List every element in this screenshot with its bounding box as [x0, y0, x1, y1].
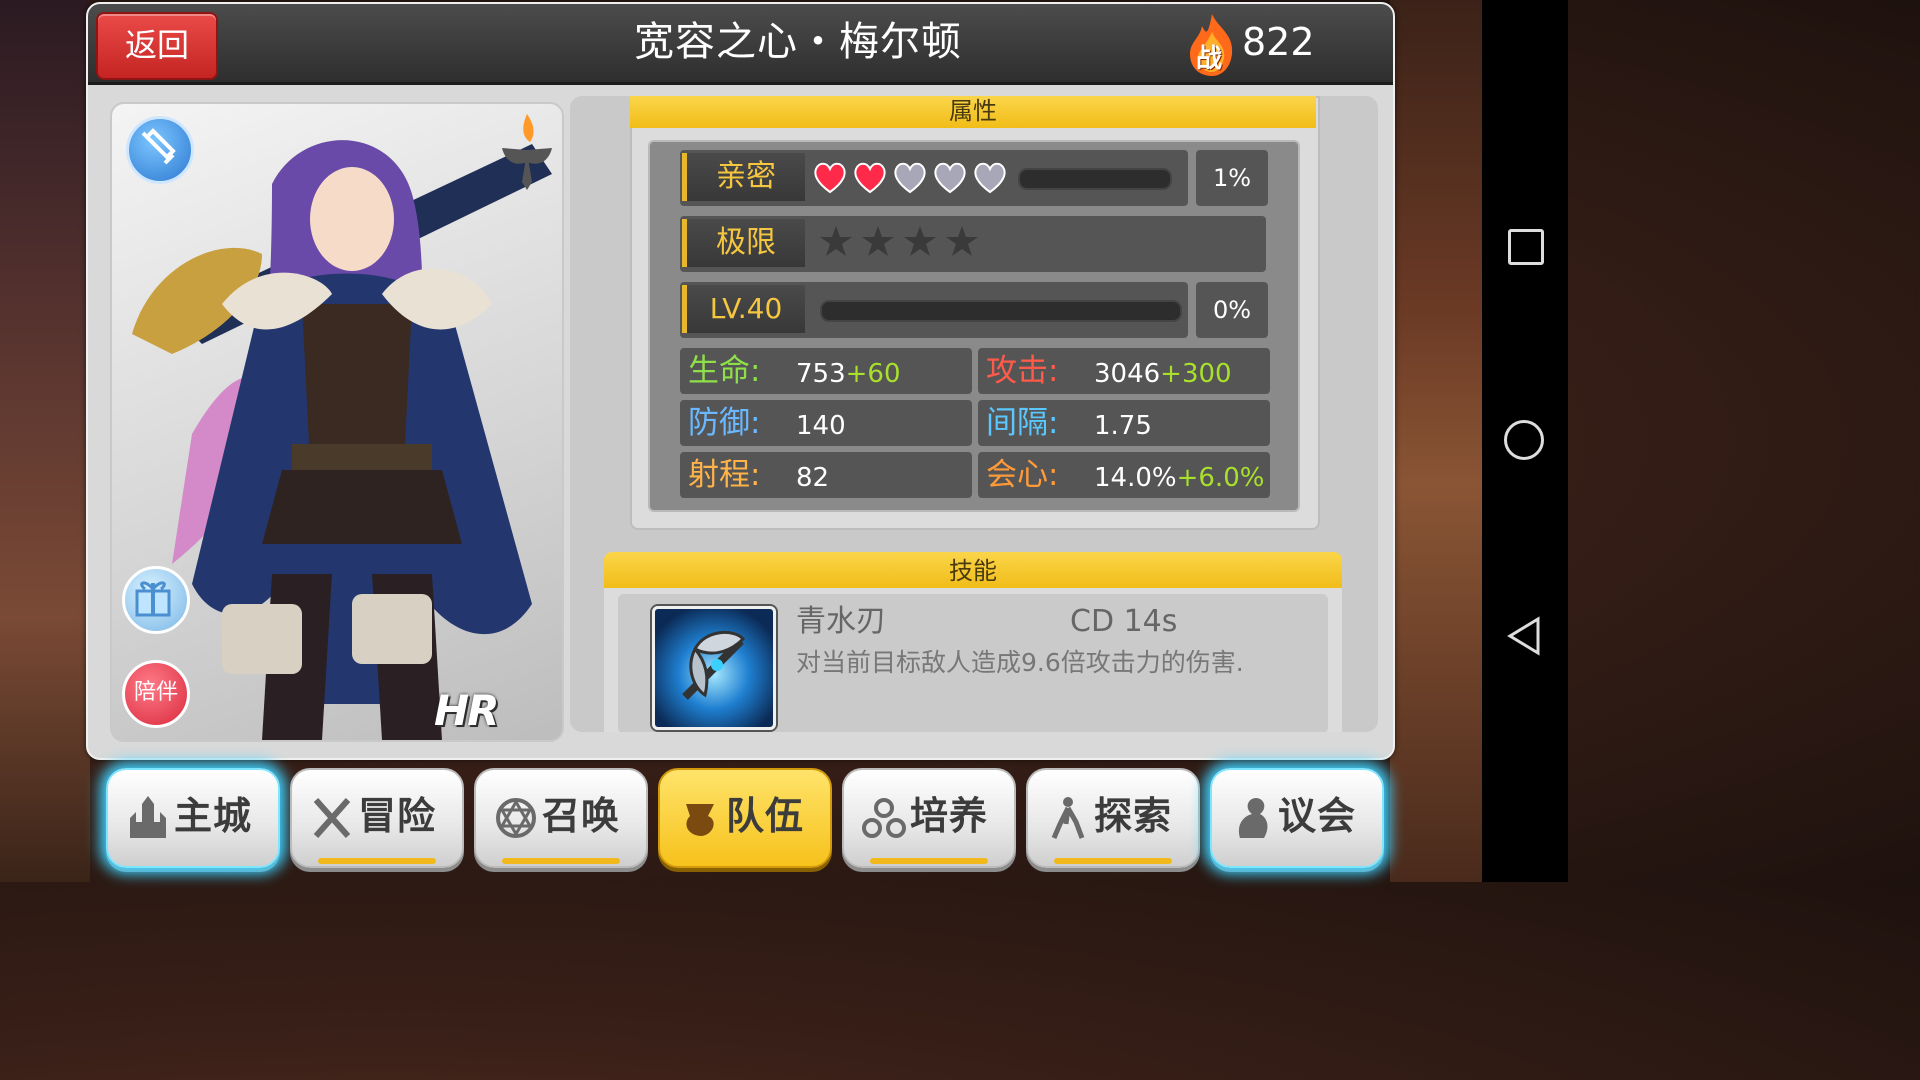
axe-skill-icon[interactable]: [652, 606, 776, 730]
back-button[interactable]: 返回: [96, 12, 218, 80]
menu-underline: [318, 858, 436, 864]
stat-hp: 生命: 753+60: [680, 348, 972, 394]
skill-section-title: 技能: [604, 552, 1342, 588]
menu-label: 培养: [910, 794, 989, 838]
menu-explore-button[interactable]: 探索: [1026, 768, 1200, 868]
skill-section: 青水刃 CD 14s 对当前目标敌人造成9.6倍攻击力的伤害.: [604, 588, 1342, 732]
character-title: 宽容之心・梅尔顿: [634, 19, 962, 65]
menu-adventure-button[interactable]: 冒险: [290, 768, 464, 868]
menu-underline: [502, 858, 620, 864]
heart-empty-icon: [894, 162, 926, 194]
skill-entry[interactable]: 青水刃 CD 14s 对当前目标敌人造成9.6倍攻击力的伤害.: [618, 594, 1328, 732]
intimacy-label: 亲密: [682, 153, 805, 201]
stat-value: 14.0%: [1094, 463, 1177, 493]
stat-value: 753: [796, 359, 846, 389]
skill-description: 对当前目标敌人造成9.6倍攻击力的伤害.: [796, 648, 1244, 677]
combat-power-flame-icon: 战: [1184, 12, 1240, 78]
level-row: LV.40: [680, 282, 1188, 338]
attribute-list: 亲密 1% 极限 LV.40 0% 生命: 753+60 攻击: 3046+30…: [648, 140, 1300, 512]
castle-icon: [130, 796, 166, 838]
stat-label: 间隔:: [986, 405, 1059, 441]
stat-bonus: +300: [1160, 359, 1232, 389]
menu-training-button[interactable]: 培养: [842, 768, 1016, 868]
intimacy-row: 亲密: [680, 150, 1188, 206]
menu-main-city-button[interactable]: 主城: [106, 768, 280, 868]
stat-attack: 攻击: 3046+300: [978, 348, 1270, 394]
info-area: 属性 亲密 1% 极限 LV.40 0% 生命: 753+60 攻击: 3046…: [570, 96, 1378, 732]
combat-power-value: 822: [1242, 20, 1315, 64]
stat-label: 攻击:: [986, 353, 1059, 389]
stat-value: 3046: [1094, 359, 1161, 389]
menu-label: 队伍: [726, 794, 805, 838]
star-icon: [862, 226, 894, 256]
training-icon: [862, 798, 906, 838]
intimacy-percent: 1%: [1196, 150, 1268, 206]
stat-bonus: +6.0%: [1176, 463, 1265, 493]
system-nav-bar: [1482, 0, 1568, 882]
menu-underline: [870, 858, 988, 864]
stat-critical: 会心: 14.0%+6.0%: [978, 452, 1270, 498]
limit-stars: [818, 224, 980, 260]
menu-label: 议会: [1278, 794, 1357, 838]
menu-team-button[interactable]: 队伍: [658, 768, 832, 868]
star-icon: [904, 226, 936, 256]
level-percent: 0%: [1196, 282, 1268, 338]
recent-apps-icon[interactable]: [1504, 225, 1546, 267]
level-progress-bar: [820, 300, 1182, 322]
stat-value: 82: [796, 463, 830, 493]
stat-interval: 间隔: 1.75: [978, 400, 1270, 446]
bottom-menu: 主城 冒险 召唤 队伍 培养 探索 议会: [100, 762, 1390, 874]
limit-label: 极限: [682, 219, 805, 267]
skill-name: 青水刃: [796, 604, 886, 639]
power-icon-label: 战: [1196, 44, 1223, 74]
star-icon: [946, 226, 978, 256]
character-detail-panel: 返回 宽容之心・梅尔顿 战 822 陪伴 HR 属性 亲密 1% 极限 LV.4…: [86, 2, 1395, 760]
heart-empty-icon: [974, 162, 1006, 194]
crossed-swords-icon: [313, 798, 351, 838]
element-flame-icon: [492, 108, 562, 194]
gift-icon[interactable]: [122, 566, 190, 634]
council-icon: [1238, 798, 1268, 838]
menu-label: 主城: [174, 794, 253, 838]
limit-row: 极限: [680, 216, 1266, 272]
stat-defense: 防御: 140: [680, 400, 972, 446]
hexagram-icon: [496, 798, 536, 838]
stat-range: 射程: 82: [680, 452, 972, 498]
skill-cooldown: CD 14s: [1070, 604, 1178, 639]
menu-label: 冒险: [358, 794, 437, 838]
intimacy-hearts: [812, 160, 1008, 194]
background-left: [0, 0, 90, 882]
stat-label: 射程:: [688, 457, 761, 493]
class-sword-icon[interactable]: [126, 116, 194, 184]
level-label: LV.40: [682, 285, 805, 333]
attribute-section-title: 属性: [630, 96, 1316, 128]
heart-empty-icon: [934, 162, 966, 194]
heart-filled-icon: [814, 162, 846, 194]
back-triangle-icon[interactable]: [1504, 615, 1546, 657]
stat-label: 会心:: [986, 457, 1059, 493]
intimacy-progress-bar: [1018, 168, 1172, 190]
menu-label: 探索: [1094, 794, 1173, 838]
menu-summon-button[interactable]: 召唤: [474, 768, 648, 868]
companion-button[interactable]: 陪伴: [122, 660, 190, 728]
menu-underline: [1054, 858, 1172, 864]
background-right: [1390, 0, 1482, 882]
stat-value: 1.75: [1094, 411, 1152, 441]
star-icon: [820, 226, 852, 256]
home-icon[interactable]: [1504, 420, 1546, 462]
character-portrait-card[interactable]: 陪伴 HR: [110, 102, 564, 742]
team-icon: [686, 804, 714, 836]
stat-label: 防御:: [688, 405, 761, 441]
rarity-badge: HR: [434, 686, 499, 735]
menu-label: 召唤: [542, 794, 621, 838]
header-bar: 返回 宽容之心・梅尔顿 战 822: [88, 4, 1393, 85]
stat-bonus: +60: [845, 359, 901, 389]
stat-label: 生命:: [688, 353, 761, 389]
stat-value: 140: [796, 411, 846, 441]
heart-filled-icon: [854, 162, 886, 194]
character-illustration: [132, 140, 552, 740]
explore-icon: [1051, 797, 1085, 839]
menu-council-button[interactable]: 议会: [1210, 768, 1384, 868]
